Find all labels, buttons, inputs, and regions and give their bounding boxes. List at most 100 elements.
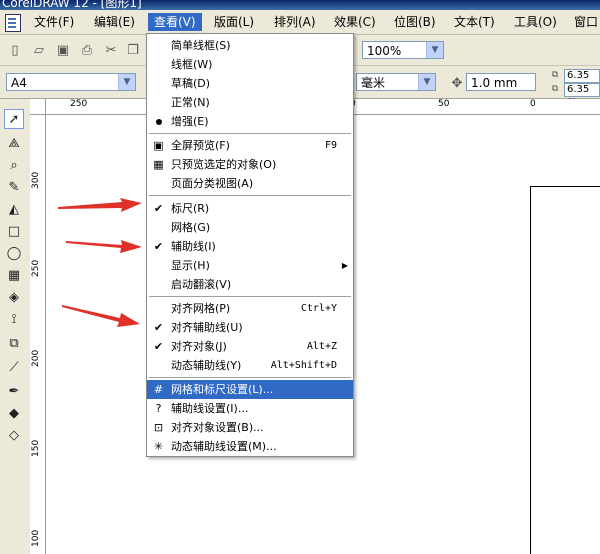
title-bar: CorelDRAW 12 - [图形1] bbox=[0, 0, 600, 10]
menu-item-snap-to-grid[interactable]: 对齐网格(P) Ctrl+Y bbox=[147, 299, 353, 318]
menu-item-label: 全屏预览(F) bbox=[171, 139, 230, 152]
paper-size-value: A4 bbox=[11, 76, 27, 90]
freehand-tool-icon[interactable]: ✎ bbox=[4, 177, 24, 197]
arrow-icon bbox=[58, 198, 142, 212]
ruler-label: 200 bbox=[31, 349, 41, 367]
menu-file[interactable]: 文件(F) bbox=[28, 13, 80, 31]
menu-item-label: 简单线框(S) bbox=[171, 39, 231, 52]
fill-tool-icon[interactable]: ◆ bbox=[4, 403, 24, 423]
menu-item-enable-rollover[interactable]: 启动翻滚(V) bbox=[147, 275, 353, 294]
outline-tool-icon[interactable]: ✒ bbox=[4, 381, 24, 401]
menu-item-snap-objects-setup[interactable]: ⊡ 对齐对象设置(B)... bbox=[147, 418, 353, 437]
zoom-tool-icon[interactable]: ⌕ bbox=[4, 155, 24, 175]
menu-item-label: 辅助线(I) bbox=[171, 240, 216, 253]
chevron-down-icon: ▼ bbox=[118, 74, 135, 90]
eyedropper-tool-icon[interactable]: ⟋ bbox=[4, 357, 24, 377]
menu-item-grid[interactable]: 网格(G) bbox=[147, 218, 353, 237]
units-select[interactable]: 毫米 ▼ bbox=[356, 73, 436, 91]
menu-item-label: 显示(H) bbox=[171, 259, 210, 272]
menu-item-wireframe[interactable]: 线框(W) bbox=[147, 55, 353, 74]
nudge-distance-input[interactable]: 1.0 mm bbox=[466, 73, 536, 91]
menu-item-simple-wireframe[interactable]: 简单线框(S) bbox=[147, 36, 353, 55]
rectangle-tool-icon[interactable]: □ bbox=[4, 221, 24, 241]
check-icon: ✔ bbox=[153, 340, 164, 353]
menu-separator bbox=[149, 296, 351, 297]
menu-item-label: 只预览选定的对象(O) bbox=[171, 158, 277, 171]
menu-item-page-sorter-view[interactable]: 页面分类视图(A) bbox=[147, 174, 353, 193]
zoom-level-select[interactable]: 100% ▼ bbox=[362, 41, 444, 59]
vertical-ruler[interactable]: 300 250 200 150 100 bbox=[30, 115, 46, 554]
radio-dot-icon bbox=[151, 114, 166, 129]
menu-item-label: 线框(W) bbox=[171, 58, 213, 71]
text-tool-icon[interactable]: ⟟ bbox=[4, 309, 24, 329]
menu-item-guidelines-setup[interactable]: ? 辅助线设置(I)... bbox=[147, 399, 353, 418]
window-title: CorelDRAW 12 - [图形1] bbox=[2, 0, 142, 10]
menu-item-grid-ruler-setup[interactable]: # 网格和标尺设置(L)... bbox=[147, 380, 353, 399]
basic-shapes-tool-icon[interactable]: ◈ bbox=[4, 287, 24, 307]
cut-icon[interactable]: ✂ bbox=[102, 41, 120, 59]
document-icon[interactable] bbox=[5, 14, 21, 32]
menu-view[interactable]: 查看(V) bbox=[148, 13, 202, 31]
menu-item-enhanced[interactable]: 增强(E) bbox=[147, 112, 353, 131]
check-icon: ✔ bbox=[153, 240, 164, 253]
arrow-icon bbox=[62, 305, 140, 327]
menu-item-draft[interactable]: 草稿(D) bbox=[147, 74, 353, 93]
menu-item-snap-to-guidelines[interactable]: ✔ 对齐辅助线(U) bbox=[147, 318, 353, 337]
menu-item-label: 增强(E) bbox=[171, 115, 209, 128]
menu-bar: 文件(F) 编辑(E) 查看(V) 版面(L) 排列(A) 效果(C) 位图(B… bbox=[0, 10, 600, 35]
menu-arrange[interactable]: 排列(A) bbox=[268, 13, 322, 31]
menu-item-preview-selected-only[interactable]: ▦ 只预览选定的对象(O) bbox=[147, 155, 353, 174]
menu-item-label: 标尺(R) bbox=[171, 202, 210, 215]
menu-separator bbox=[149, 377, 351, 378]
ruler-origin[interactable] bbox=[30, 99, 46, 115]
interactive-fill-tool-icon[interactable]: ◇ bbox=[4, 425, 24, 445]
menu-window[interactable]: 窗口 bbox=[568, 13, 600, 31]
save-icon[interactable]: ▣ bbox=[54, 41, 72, 59]
toolbox: ➚ ⟁ ⌕ ✎ ◭ □ ◯ ▦ ◈ ⟟ ⧉ ⟋ ✒ ◆ ◇ bbox=[0, 99, 31, 554]
dynamic-guides-setup-icon: ✳ bbox=[153, 440, 164, 453]
duplicate-x-icon: ⧉ bbox=[551, 70, 559, 80]
menu-item-label: 网格和标尺设置(L)... bbox=[171, 383, 274, 396]
annotation-arrows bbox=[58, 198, 142, 327]
duplicate-x-input[interactable]: 6.35 m bbox=[564, 69, 600, 93]
submenu-arrow-icon: ▶ bbox=[341, 261, 348, 270]
menu-effects[interactable]: 效果(C) bbox=[328, 13, 382, 31]
menu-item-guidelines[interactable]: ✔ 辅助线(I) bbox=[147, 237, 353, 256]
fullscreen-icon: ▣ bbox=[153, 139, 164, 152]
menu-item-snap-to-objects[interactable]: ✔ 对齐对象(J) Alt+Z bbox=[147, 337, 353, 356]
snap-objects-setup-icon: ⊡ bbox=[153, 421, 164, 434]
menu-text[interactable]: 文本(T) bbox=[448, 13, 501, 31]
page-border bbox=[530, 186, 600, 554]
open-folder-icon[interactable]: ▱ bbox=[30, 41, 48, 59]
grid-icon: # bbox=[153, 383, 164, 396]
interactive-blend-tool-icon[interactable]: ⧉ bbox=[4, 333, 24, 353]
menu-item-shortcut: Alt+Shift+D bbox=[270, 360, 337, 371]
menu-bitmaps[interactable]: 位图(B) bbox=[388, 13, 442, 31]
menu-item-dynamic-guides[interactable]: 动态辅助线(Y) Alt+Shift+D bbox=[147, 356, 353, 375]
ellipse-tool-icon[interactable]: ◯ bbox=[4, 243, 24, 263]
menu-item-shortcut: Ctrl+Y bbox=[300, 303, 337, 314]
menu-item-dynamic-guides-setup[interactable]: ✳ 动态辅助线设置(M)... bbox=[147, 437, 353, 456]
new-document-icon[interactable]: ▯ bbox=[6, 41, 24, 59]
shape-tool-icon[interactable]: ⟁ bbox=[4, 133, 24, 153]
duplicate-y-input[interactable]: 6.35 m bbox=[564, 83, 600, 107]
pick-tool-icon[interactable]: ➚ bbox=[4, 109, 24, 129]
polygon-tool-icon[interactable]: ▦ bbox=[4, 265, 24, 285]
copy-icon[interactable]: ❐ bbox=[124, 41, 142, 59]
preview-selected-icon: ▦ bbox=[153, 158, 164, 171]
menu-item-show[interactable]: 显示(H) ▶ bbox=[147, 256, 353, 275]
menu-item-label: 对齐网格(P) bbox=[171, 302, 231, 315]
ruler-label: 50 bbox=[438, 99, 450, 109]
menu-item-normal[interactable]: 正常(N) bbox=[147, 93, 353, 112]
print-icon[interactable]: ⎙ bbox=[78, 41, 96, 59]
menu-tools[interactable]: 工具(O) bbox=[508, 13, 563, 31]
paper-size-select[interactable]: A4 ▼ bbox=[6, 73, 136, 91]
units-value: 毫米 bbox=[361, 76, 386, 90]
menu-item-rulers[interactable]: ✔ 标尺(R) bbox=[147, 199, 353, 218]
menu-edit[interactable]: 编辑(E) bbox=[88, 13, 141, 31]
menu-layout[interactable]: 版面(L) bbox=[208, 13, 260, 31]
menu-item-full-screen-preview[interactable]: ▣ 全屏预览(F) F9 bbox=[147, 136, 353, 155]
arrow-icon bbox=[66, 240, 142, 253]
smart-fill-tool-icon[interactable]: ◭ bbox=[4, 199, 24, 219]
ruler-label: 300 bbox=[31, 171, 41, 189]
